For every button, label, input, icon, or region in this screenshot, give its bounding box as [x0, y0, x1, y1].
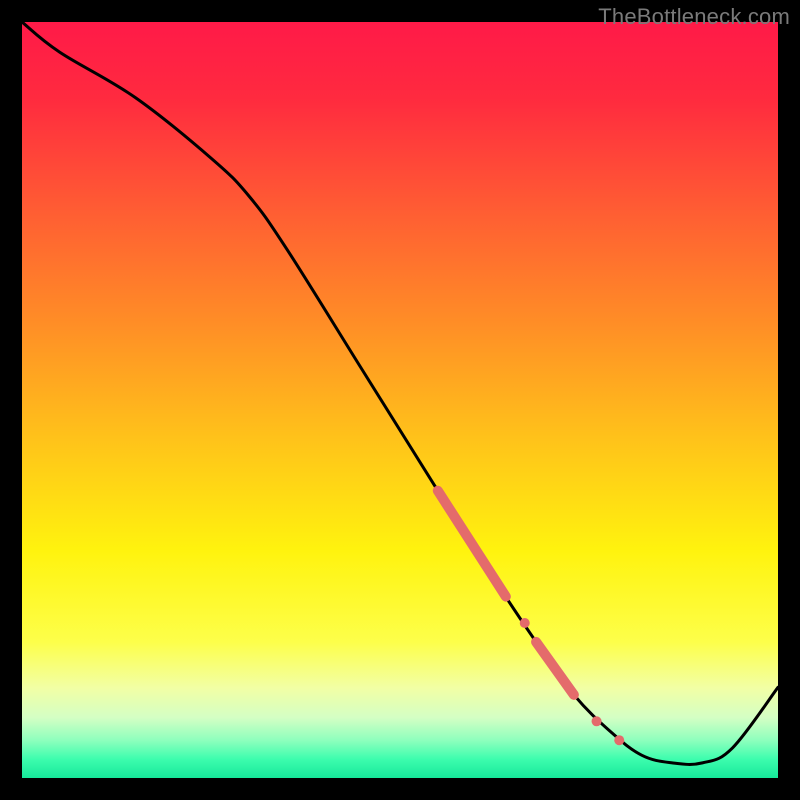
- highlight-dot-2: [614, 735, 624, 745]
- highlight-dot-1: [592, 716, 602, 726]
- watermark-text: TheBottleneck.com: [598, 4, 790, 30]
- chart-svg: [22, 22, 778, 778]
- plot-area: [22, 22, 778, 778]
- outer-frame: TheBottleneck.com: [0, 0, 800, 800]
- gradient-background: [22, 22, 778, 778]
- highlight-dot-0: [520, 618, 530, 628]
